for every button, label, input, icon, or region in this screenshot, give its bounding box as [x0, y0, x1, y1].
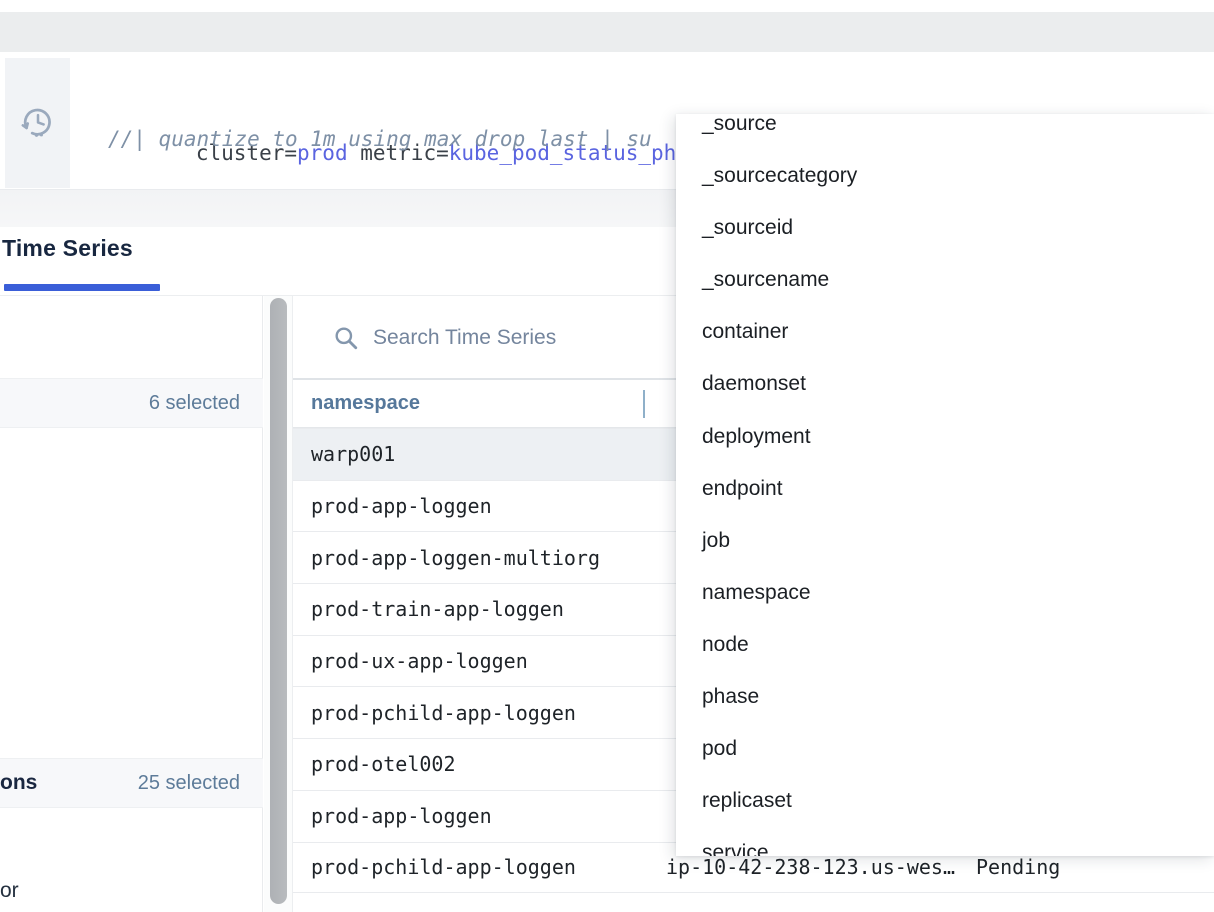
column-divider[interactable]	[643, 390, 645, 418]
panel-scrollbar-thumb[interactable]	[270, 298, 287, 904]
facet-item-truncated[interactable]: or	[0, 879, 19, 903]
dropdown-item[interactable]: namespace	[676, 567, 1214, 619]
tab-time-series[interactable]: Time Series	[2, 235, 133, 262]
facet-selected-count: 25 selected	[138, 772, 240, 795]
cell-namespace: prod-app-loggen	[293, 804, 666, 828]
dropdown-item[interactable]: pod	[676, 723, 1214, 775]
facet-selected-count: 6 selected	[149, 392, 240, 415]
facet-section-header[interactable]: 6 selected	[0, 378, 263, 428]
cell-namespace: prod-otel002	[293, 752, 666, 776]
dropdown-item[interactable]: phase	[676, 671, 1214, 723]
cell-phase: Pending	[976, 855, 1214, 879]
cell-namespace: prod-app-loggen	[293, 494, 666, 518]
dropdown-item[interactable]: deployment	[676, 411, 1214, 463]
cell-namespace: prod-pchild-app-loggen	[293, 855, 666, 879]
dropdown-item[interactable]: daemonset	[676, 358, 1214, 410]
facet-section-title-truncated: ons	[0, 771, 37, 795]
dropdown-item[interactable]: replicaset	[676, 775, 1214, 827]
dropdown-item[interactable]: _sourceid	[676, 202, 1214, 254]
query-line-2-comment: //| quantize to 1m using max drop last |…	[108, 125, 652, 153]
column-header-namespace[interactable]: namespace	[293, 392, 420, 415]
active-tab-underline	[4, 284, 160, 291]
dropdown-item[interactable]: service	[676, 827, 1214, 856]
cell-namespace: prod-pchild-app-loggen	[293, 701, 666, 725]
field-list: _source_sourcecategory_sourceid_sourcena…	[676, 114, 1214, 856]
cell-node: ip-10-42-238-123.us-wes…	[666, 855, 976, 879]
cell-namespace: prod-ux-app-loggen	[293, 649, 666, 673]
facet-sidebar: 6 selected ons 25 selected or	[0, 296, 263, 912]
field-autocomplete-dropdown: _source_sourcecategory_sourceid_sourcena…	[676, 114, 1214, 856]
cell-namespace: warp001	[293, 442, 666, 466]
cell-namespace: prod-app-loggen-multiorg	[293, 546, 666, 570]
app-frame: cluster=prod metric=kube_pod_status_phas…	[0, 0, 1214, 912]
dropdown-item[interactable]: container	[676, 306, 1214, 358]
top-toolbar-band	[0, 12, 1214, 52]
search-icon	[333, 325, 359, 351]
dropdown-item[interactable]: _source	[676, 114, 1214, 150]
facet-section-header[interactable]: ons 25 selected	[0, 758, 263, 808]
cell-namespace: prod-train-app-loggen	[293, 597, 666, 621]
dropdown-item[interactable]: job	[676, 515, 1214, 567]
dropdown-item[interactable]: endpoint	[676, 463, 1214, 515]
dropdown-item[interactable]: node	[676, 619, 1214, 671]
dropdown-item[interactable]: _sourcename	[676, 254, 1214, 306]
dropdown-item[interactable]: _sourcecategory	[676, 150, 1214, 202]
